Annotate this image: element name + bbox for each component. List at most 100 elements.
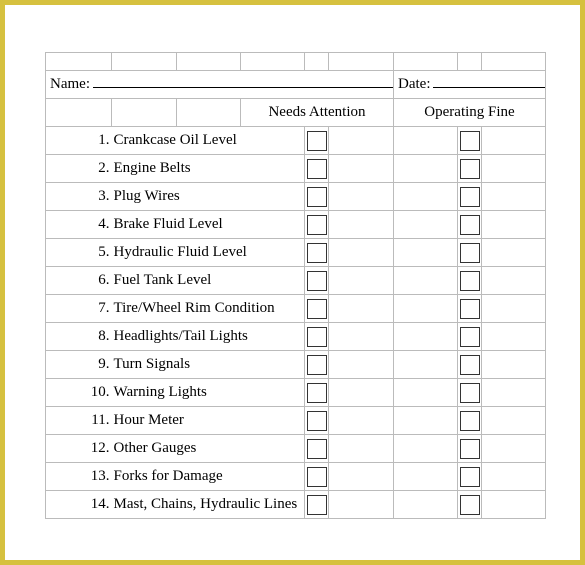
needs-attention-checkbox[interactable] — [307, 159, 327, 179]
operating-fine-checkbox[interactable] — [460, 439, 480, 459]
operating-fine-checkbox[interactable] — [460, 467, 480, 487]
operating-fine-checkbox-cell — [458, 155, 482, 183]
checklist-row: 5.Hydraulic Fluid Level — [46, 239, 546, 267]
operating-fine-checkbox[interactable] — [460, 495, 480, 515]
spacer-cell — [482, 295, 546, 323]
operating-fine-checkbox[interactable] — [460, 411, 480, 431]
operating-fine-checkbox-cell — [458, 127, 482, 155]
spacer-cell — [329, 435, 394, 463]
spacer-cell — [482, 127, 546, 155]
needs-attention-checkbox[interactable] — [307, 327, 327, 347]
item-label: Fuel Tank Level — [112, 267, 305, 295]
spacer-cell — [394, 351, 458, 379]
needs-attention-header: Needs Attention — [241, 99, 394, 127]
spacer-cell — [394, 295, 458, 323]
needs-attention-checkbox-cell — [305, 211, 329, 239]
needs-attention-checkbox-cell — [305, 351, 329, 379]
spacer-cell — [482, 463, 546, 491]
needs-attention-checkbox-cell — [305, 435, 329, 463]
date-input-line[interactable] — [433, 71, 545, 88]
spacer-cell — [394, 127, 458, 155]
needs-attention-checkbox-cell — [305, 267, 329, 295]
spacer-cell — [329, 267, 394, 295]
operating-fine-checkbox[interactable] — [460, 383, 480, 403]
spacer-cell — [329, 323, 394, 351]
item-number: 9. — [46, 351, 112, 379]
needs-attention-checkbox-cell — [305, 127, 329, 155]
spacer-cell — [394, 435, 458, 463]
spacer-cell — [482, 239, 546, 267]
needs-attention-checkbox[interactable] — [307, 495, 327, 515]
operating-fine-checkbox-cell — [458, 211, 482, 239]
needs-attention-checkbox-cell — [305, 323, 329, 351]
item-label: Turn Signals — [112, 351, 305, 379]
needs-attention-checkbox[interactable] — [307, 467, 327, 487]
name-input-line[interactable] — [93, 71, 393, 88]
spacer-cell — [482, 267, 546, 295]
spacer-cell — [482, 183, 546, 211]
needs-attention-checkbox-cell — [305, 155, 329, 183]
checklist-row: 10.Warning Lights — [46, 379, 546, 407]
operating-fine-checkbox[interactable] — [460, 327, 480, 347]
needs-attention-checkbox[interactable] — [307, 355, 327, 375]
spacer-cell — [482, 491, 546, 519]
date-cell: Date: — [394, 71, 546, 99]
needs-attention-checkbox[interactable] — [307, 299, 327, 319]
needs-attention-checkbox[interactable] — [307, 187, 327, 207]
spacer-cell — [482, 323, 546, 351]
spacer-cell — [329, 407, 394, 435]
operating-fine-checkbox[interactable] — [460, 159, 480, 179]
operating-fine-checkbox[interactable] — [460, 131, 480, 151]
item-number: 12. — [46, 435, 112, 463]
operating-fine-checkbox[interactable] — [460, 299, 480, 319]
spacer-cell — [482, 435, 546, 463]
item-label: Crankcase Oil Level — [112, 127, 305, 155]
needs-attention-checkbox-cell — [305, 463, 329, 491]
item-label: Engine Belts — [112, 155, 305, 183]
column-header-row: Needs Attention Operating Fine — [46, 99, 546, 127]
needs-attention-checkbox[interactable] — [307, 383, 327, 403]
needs-attention-checkbox[interactable] — [307, 271, 327, 291]
item-number: 4. — [46, 211, 112, 239]
needs-attention-checkbox-cell — [305, 295, 329, 323]
spacer-cell — [394, 379, 458, 407]
needs-attention-checkbox[interactable] — [307, 131, 327, 151]
item-label: Plug Wires — [112, 183, 305, 211]
name-date-row: Name: Date: — [46, 71, 546, 99]
checklist-row: 6.Fuel Tank Level — [46, 267, 546, 295]
item-label: Tire/Wheel Rim Condition — [112, 295, 305, 323]
item-number: 2. — [46, 155, 112, 183]
needs-attention-checkbox-cell — [305, 239, 329, 267]
operating-fine-checkbox[interactable] — [460, 243, 480, 263]
needs-attention-checkbox-cell — [305, 407, 329, 435]
spacer-cell — [482, 407, 546, 435]
checklist-row: 3.Plug Wires — [46, 183, 546, 211]
checklist-row: 9.Turn Signals — [46, 351, 546, 379]
spacer-cell — [394, 183, 458, 211]
item-label: Other Gauges — [112, 435, 305, 463]
item-number: 5. — [46, 239, 112, 267]
needs-attention-checkbox[interactable] — [307, 243, 327, 263]
item-label: Brake Fluid Level — [112, 211, 305, 239]
needs-attention-checkbox[interactable] — [307, 411, 327, 431]
item-label: Hour Meter — [112, 407, 305, 435]
needs-attention-checkbox[interactable] — [307, 439, 327, 459]
spacer-cell — [329, 211, 394, 239]
operating-fine-checkbox[interactable] — [460, 187, 480, 207]
needs-attention-checkbox[interactable] — [307, 215, 327, 235]
operating-fine-checkbox[interactable] — [460, 215, 480, 235]
operating-fine-checkbox[interactable] — [460, 271, 480, 291]
spacer-row — [46, 53, 546, 71]
item-number: 7. — [46, 295, 112, 323]
spacer-cell — [394, 407, 458, 435]
operating-fine-checkbox[interactable] — [460, 355, 480, 375]
checklist-table: Name: Date: Needs Attention Operating Fi… — [45, 52, 546, 519]
item-number: 6. — [46, 267, 112, 295]
item-label: Forks for Damage — [112, 463, 305, 491]
spacer-cell — [329, 239, 394, 267]
item-number: 14. — [46, 491, 112, 519]
spacer-cell — [394, 463, 458, 491]
checklist-row: 4.Brake Fluid Level — [46, 211, 546, 239]
date-label: Date: — [398, 76, 430, 93]
item-label: Headlights/Tail Lights — [112, 323, 305, 351]
